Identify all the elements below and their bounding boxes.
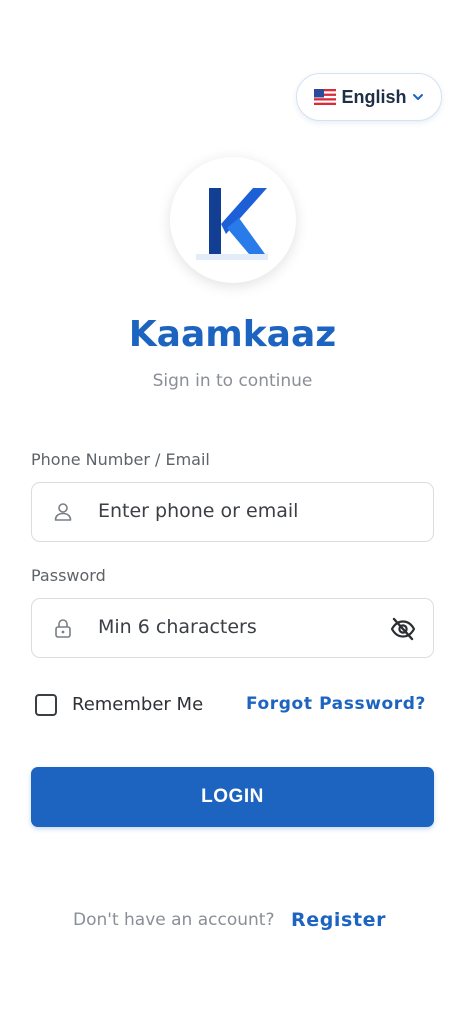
password-label: Password: [31, 566, 106, 585]
password-input[interactable]: Min 6 characters: [98, 616, 257, 638]
remember-me-label[interactable]: Remember Me: [72, 694, 203, 715]
forgot-password-link[interactable]: Forgot Password?: [246, 694, 426, 714]
chevron-down-icon: [412, 94, 423, 100]
us-flag-icon: [314, 89, 337, 105]
identifier-field[interactable]: Enter phone or email: [31, 482, 434, 542]
language-selector[interactable]: English: [296, 73, 442, 121]
app-subtitle: Sign in to continue: [152, 371, 313, 391]
identifier-input[interactable]: Enter phone or email: [98, 500, 298, 522]
app-logo: [170, 157, 296, 283]
language-label: English: [341, 86, 407, 107]
app-title: Kaamkaaz: [128, 314, 337, 355]
login-button[interactable]: LOGIN: [31, 767, 434, 827]
register-link[interactable]: Register: [291, 909, 386, 931]
user-icon: [54, 503, 72, 521]
eye-off-icon[interactable]: [389, 615, 417, 643]
remember-me-checkbox[interactable]: [35, 694, 57, 716]
no-account-text: Don't have an account?: [73, 910, 275, 930]
lock-icon: [55, 619, 71, 638]
kaamkaaz-k-logo: [196, 188, 268, 260]
password-field[interactable]: Min 6 characters: [31, 598, 434, 658]
identifier-label: Phone Number / Email: [31, 450, 210, 469]
